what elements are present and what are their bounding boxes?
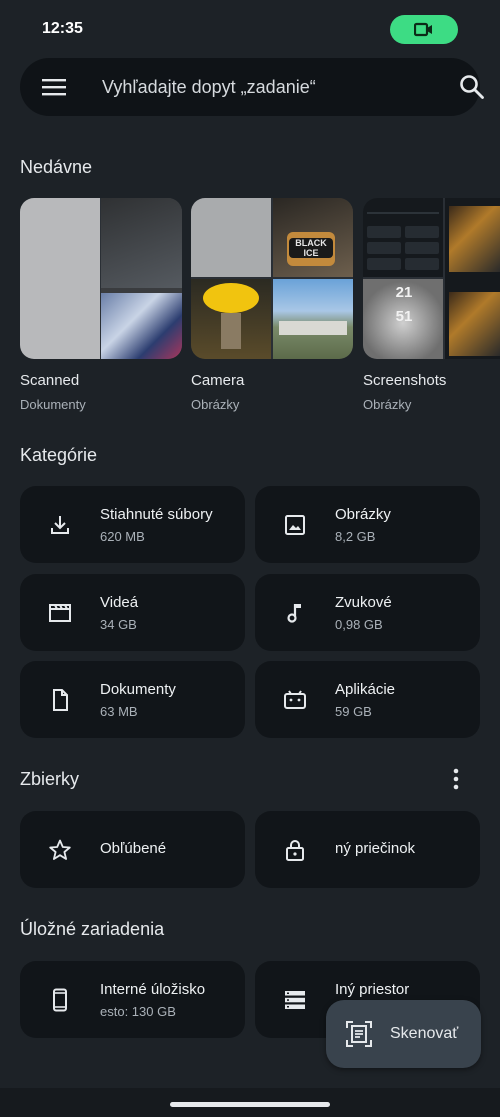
recent-item-label: Scanned [20,372,80,389]
android-icon [284,690,306,709]
storage-free-space: esto: 130 GB [100,1004,176,1019]
category-downloads[interactable]: Stiahnuté súbory 620 MB [20,486,245,563]
more-vert-icon[interactable] [448,767,464,791]
recent-item-sub: Dokumenty [20,397,86,412]
category-size: 8,2 GB [335,529,376,544]
document-icon [53,689,68,711]
menu-icon[interactable] [42,77,66,97]
recent-item-sub: Obrázky [191,397,240,412]
home-indicator[interactable] [170,1102,330,1107]
video-icon [49,604,71,622]
category-label: Aplikácie [335,681,396,698]
star-icon [49,839,71,860]
category-label: Stiahnuté súbory [100,506,213,523]
category-label: Zvukové [335,594,392,611]
recent-item-scanned[interactable] [20,198,182,359]
category-label: Videá [100,594,139,611]
category-size: 0,98 GB [335,617,383,632]
scan-document-icon [346,1021,372,1047]
thumbnail-image [445,198,500,359]
status-bar: 12:35 [0,0,500,58]
category-size: 63 MB [100,704,138,719]
storage-label: Interné úložisko [100,981,206,998]
thumbnail-image [191,198,271,277]
thumbnail-image: 21 51 [363,279,443,359]
category-documents[interactable]: Dokumenty 63 MB [20,661,245,738]
storage-title: Úložné zariadenia [20,919,165,939]
screen-record-indicator[interactable] [390,15,458,44]
category-size: 34 GB [100,617,137,632]
scan-button[interactable]: Skenovať [326,1000,481,1068]
collection-safe-folder[interactable]: ný priečinok [255,811,480,888]
search-bar[interactable]: Vyhľadajte dopyt „zadanie“ [20,58,484,116]
jar-label-text: BLACK ICE [289,238,333,258]
collection-label: ný priečinok [335,840,416,857]
category-label: Obrázky [335,506,391,523]
recent-item-sub: Obrázky [363,397,412,412]
category-apps[interactable]: Aplikácie 59 GB [255,661,480,738]
category-images[interactable]: Obrázky 8,2 GB [255,486,480,563]
scan-button-label: Skenovať [390,1025,459,1042]
collection-label: Obľúbené [100,840,167,857]
category-videos[interactable]: Videá 34 GB [20,574,245,651]
download-icon [51,516,69,534]
status-time: 12:35 [42,20,83,37]
videocam-icon [414,22,432,37]
thumbnail-image [191,279,271,359]
collection-favorites[interactable]: Obľúbené [20,811,245,888]
thumbnail-image: BLACK ICE [273,198,353,277]
thumbnail-image [273,279,353,359]
storage-icon [285,991,305,1009]
recent-item-label: Camera [191,372,245,389]
search-input[interactable]: Vyhľadajte dopyt „zadanie“ [102,77,316,98]
search-icon[interactable] [459,74,485,100]
recent-item-screenshots[interactable]: 21 51 [363,198,500,359]
thumbnail-image [363,198,443,277]
collections-title: Zbierky [20,769,80,789]
category-size: 59 GB [335,704,372,719]
storage-label: Iný priestor [335,981,410,998]
recent-title: Nedávne [20,157,93,177]
thumbnail-image [101,198,182,359]
category-audio[interactable]: Zvukové 0,98 GB [255,574,480,651]
category-label: Dokumenty [100,681,176,698]
storage-internal[interactable]: Interné úložisko esto: 130 GB [20,961,245,1038]
thumbnail-image [20,198,100,359]
categories-title: Kategórie [20,445,98,465]
image-icon [285,515,305,535]
music-note-icon [287,604,301,623]
recent-item-label: Screenshots [363,372,447,389]
recent-item-camera[interactable]: BLACK ICE [191,198,353,359]
lockscreen-clock-text: 21 51 [395,284,413,325]
lock-icon [286,840,304,861]
category-size: 620 MB [100,529,145,544]
phone-icon [53,988,67,1012]
